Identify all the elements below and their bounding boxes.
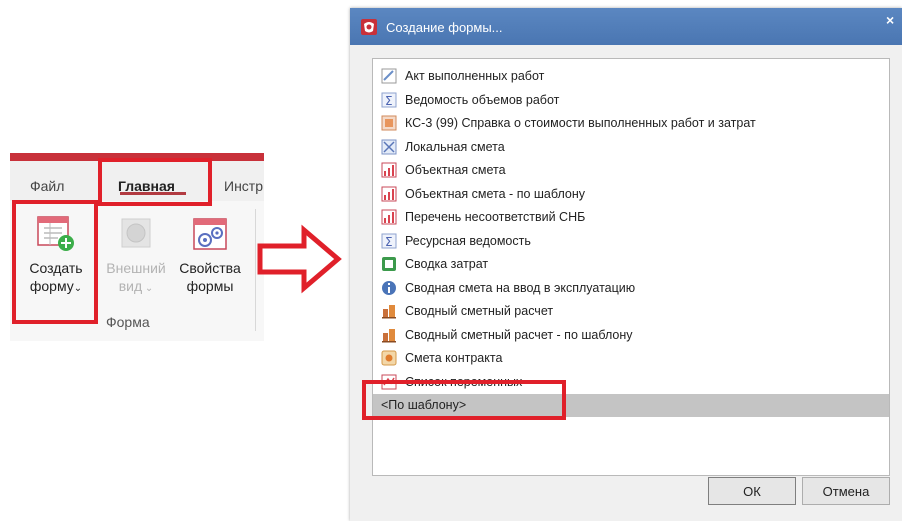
- list-item-label: Перечень несоответствий СНБ: [405, 210, 586, 224]
- form-properties-label-1: Свойства: [179, 260, 241, 276]
- object-estimate-icon: [381, 186, 397, 201]
- list-item[interactable]: Смета контракта: [373, 347, 889, 370]
- appearance-label-2: вид: [118, 278, 143, 294]
- list-item-label: Ведомость объемов работ: [405, 92, 560, 107]
- ok-button[interactable]: ОК: [708, 477, 796, 505]
- right-arrow-icon: [257, 224, 342, 294]
- highlight-tab-main: [98, 158, 212, 206]
- ks3-icon: [381, 115, 397, 131]
- local-estimate-icon: [381, 139, 397, 154]
- building-icon: [382, 305, 396, 319]
- list-item-label: Ресурсная ведомость: [405, 233, 531, 248]
- highlight-create-form: [12, 200, 98, 324]
- dialog-titlebar[interactable]: Создание формы... ×: [350, 8, 902, 45]
- list-item-label: Сводка затрат: [405, 257, 489, 271]
- form-properties-label-2: формы: [186, 278, 234, 294]
- appearance-button: Внешний вид ⌄: [106, 213, 166, 298]
- svg-text:Σ: Σ: [385, 94, 393, 108]
- close-icon[interactable]: ×: [886, 12, 894, 28]
- summary-icon: [382, 257, 396, 271]
- list-item-label: Объектная смета: [405, 163, 506, 177]
- tab-tools[interactable]: Инстр: [224, 178, 263, 194]
- appearance-icon: [121, 218, 151, 248]
- svg-text:Σ: Σ: [385, 235, 393, 249]
- list-item[interactable]: Локальная смета: [373, 136, 889, 159]
- list-item-label: Сводный сметный расчет: [405, 304, 554, 318]
- list-item-label: Смета контракта: [405, 351, 503, 365]
- object-estimate-icon: [381, 209, 397, 225]
- create-form-dialog: Создание формы... × Акт выполненных рабо…: [350, 8, 902, 521]
- form-properties-button[interactable]: Свойства формы: [172, 213, 248, 295]
- list-item-label: КС-3 (99) Справка о стоимости выполненны…: [405, 116, 756, 130]
- sigma-icon: Σ: [381, 92, 397, 108]
- list-item[interactable]: Акт выполненных работ: [373, 65, 889, 88]
- ribbon-group-label: Форма: [106, 314, 150, 330]
- list-item-label: Объектная смета - по шаблону: [405, 186, 585, 201]
- building-icon: [382, 328, 396, 342]
- list-item[interactable]: Перечень несоответствий СНБ: [373, 206, 889, 229]
- highlight-template-item: [362, 380, 566, 420]
- form-properties-icon: [193, 218, 227, 250]
- list-item-label: Сводный сметный расчет - по шаблону: [405, 327, 633, 342]
- list-item[interactable]: Объектная смета - по шаблону: [373, 183, 889, 206]
- dialog-title: Создание формы...: [386, 20, 503, 35]
- cancel-button[interactable]: Отмена: [802, 477, 890, 505]
- sigma-icon: Σ: [381, 233, 397, 249]
- list-item[interactable]: Σ Ведомость объемов работ: [373, 89, 889, 112]
- list-item[interactable]: КС-3 (99) Справка о стоимости выполненны…: [373, 112, 889, 135]
- info-icon: [382, 280, 396, 295]
- list-item[interactable]: Σ Ресурсная ведомость: [373, 230, 889, 253]
- tab-file[interactable]: Файл: [30, 178, 64, 194]
- list-item[interactable]: Сводный сметный расчет: [373, 300, 889, 323]
- list-item-label: Акт выполненных работ: [405, 69, 545, 83]
- object-estimate-icon: [381, 162, 397, 178]
- list-item[interactable]: Сводка затрат: [373, 253, 889, 276]
- app-logo-icon: [361, 19, 377, 35]
- list-item-label: Локальная смета: [405, 139, 505, 154]
- act-icon: [381, 68, 397, 84]
- list-item-label: Сводная смета на ввод в эксплуатацию: [405, 280, 636, 295]
- contract-icon: [381, 350, 397, 366]
- list-item[interactable]: Сводный сметный расчет - по шаблону: [373, 324, 889, 347]
- list-item[interactable]: Сводная смета на ввод в эксплуатацию: [373, 277, 889, 300]
- list-item[interactable]: Объектная смета: [373, 159, 889, 182]
- chevron-down-icon: ⌄: [142, 283, 154, 294]
- appearance-label-1: Внешний: [106, 260, 166, 276]
